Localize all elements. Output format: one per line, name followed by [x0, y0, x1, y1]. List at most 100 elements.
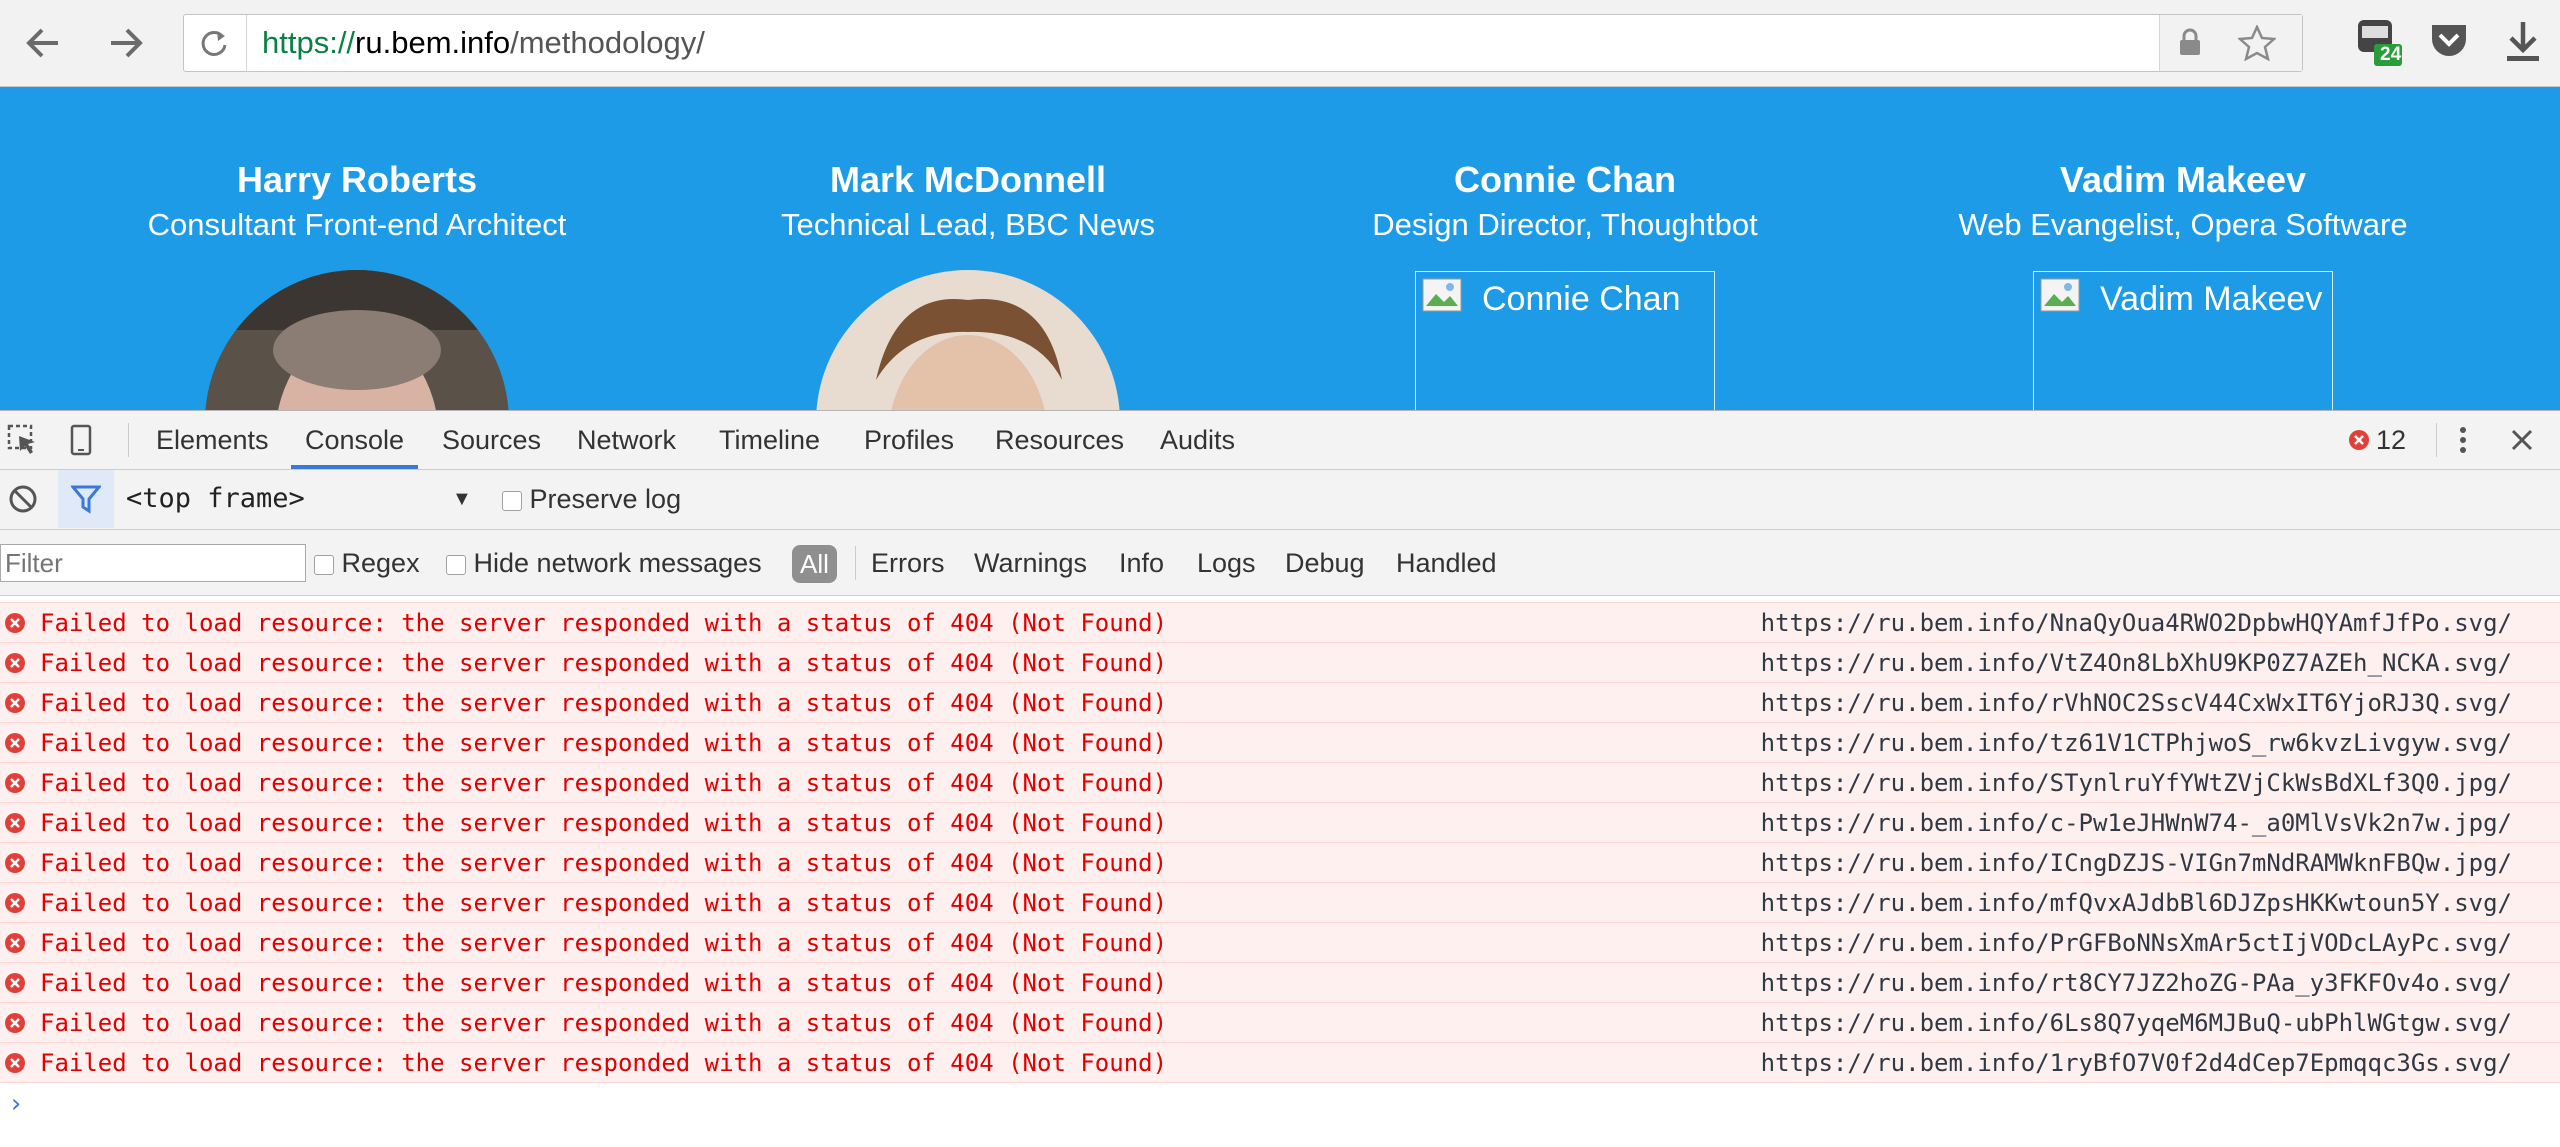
console-prompt[interactable]: ›: [8, 1089, 24, 1119]
message-source-link[interactable]: https://ru.bem.info/rt8CY7JZ2hoZG-PAa_y3…: [1761, 963, 2512, 1003]
message-text: Failed to load resource: the server resp…: [40, 769, 1168, 797]
regex-label: Regex: [341, 548, 420, 578]
message-source-link[interactable]: https://ru.bem.info/tz61V1CTPhjwoS_rw6kv…: [1761, 723, 2512, 763]
lock-icon[interactable]: [2178, 27, 2202, 62]
level-warnings-button[interactable]: Warnings: [974, 530, 1087, 596]
error-counter[interactable]: 12: [2348, 411, 2406, 469]
message-text: Failed to load resource: the server resp…: [40, 729, 1168, 757]
person-title: Design Director, Thoughtbot: [1372, 207, 1758, 242]
regex-toggle[interactable]: Regex: [314, 530, 420, 596]
console-error-message: Failed to load resource: the server resp…: [0, 1002, 2560, 1042]
clear-console-icon[interactable]: [6, 482, 40, 516]
console-messages: Failed to load resource: the server resp…: [0, 602, 2560, 1125]
error-icon: [4, 892, 26, 920]
hide-network-toggle[interactable]: Hide network messages: [446, 530, 762, 596]
message-source-link[interactable]: https://ru.bem.info/VtZ4On8LbXhU9KP0Z7AZ…: [1761, 643, 2512, 683]
page-viewport: Harry Roberts Consultant Front-end Archi…: [0, 87, 2560, 410]
message-source-link[interactable]: https://ru.bem.info/rVhNOC2SscV44CxWxIT6…: [1761, 683, 2512, 723]
person-name: Harry Roberts: [236, 159, 478, 200]
forward-button[interactable]: [103, 20, 149, 66]
tab-elements[interactable]: Elements: [142, 411, 283, 469]
person-title: Consultant Front-end Architect: [147, 207, 567, 242]
message-text: Failed to load resource: the server resp…: [40, 649, 1168, 677]
level-debug-button[interactable]: Debug: [1285, 530, 1365, 596]
pocket-button[interactable]: [2424, 16, 2474, 66]
message-text: Failed to load resource: the server resp…: [40, 889, 1168, 917]
message-text: Failed to load resource: the server resp…: [40, 689, 1168, 717]
tab-audits[interactable]: Audits: [1146, 411, 1249, 469]
tab-profiles[interactable]: Profiles: [850, 411, 968, 469]
error-count: 12: [2376, 425, 2407, 455]
regex-checkbox[interactable]: [314, 554, 334, 575]
tab-timeline[interactable]: Timeline: [705, 411, 834, 469]
tab-resources[interactable]: Resources: [981, 411, 1138, 469]
message-text: Failed to load resource: the server resp…: [40, 849, 1168, 877]
person-name: Vadim Makeev: [2059, 159, 2307, 200]
error-icon: [4, 652, 26, 680]
url-path: /methodology/: [510, 25, 705, 60]
image-alt-text: Vadim Makeev: [2100, 280, 2323, 318]
message-source-link[interactable]: https://ru.bem.info/c-Pw1eJHWnW74-_a0MlV…: [1761, 803, 2512, 843]
broken-image-icon: [1422, 278, 1462, 321]
level-errors-button[interactable]: Errors: [871, 530, 945, 596]
close-icon[interactable]: [2505, 423, 2539, 457]
hide-network-label: Hide network messages: [473, 548, 762, 578]
hide-network-checkbox[interactable]: [446, 554, 466, 575]
extension-badge: 24: [2380, 44, 2402, 65]
extension-button[interactable]: 24: [2350, 14, 2406, 70]
console-error-message: Failed to load resource: the server resp…: [0, 762, 2560, 802]
error-icon: [4, 1052, 26, 1080]
console-prompt-row[interactable]: ›: [0, 1082, 2560, 1125]
broken-image-icon: [2040, 278, 2080, 321]
console-error-message: Failed to load resource: the server resp…: [0, 642, 2560, 682]
filter-toggle-button[interactable]: [58, 470, 114, 528]
pocket-icon: [2432, 25, 2466, 56]
dropdown-arrow-icon[interactable]: ▼: [452, 488, 472, 511]
level-info-button[interactable]: Info: [1119, 530, 1164, 596]
avatar: [816, 270, 1120, 410]
inspect-element-icon[interactable]: [6, 423, 40, 457]
bookmark-star-icon[interactable]: [2236, 23, 2278, 66]
url-text[interactable]: https://ru.bem.info/methodology/: [262, 25, 705, 61]
preserve-log-checkbox[interactable]: [502, 490, 522, 511]
console-error-message: Failed to load resource: the server resp…: [0, 922, 2560, 962]
message-source-link[interactable]: https://ru.bem.info/mfQvxAJdbBl6DJZpsHKK…: [1761, 883, 2512, 923]
message-source-link[interactable]: https://ru.bem.info/ICngDZJS-VIGn7mNdRAM…: [1761, 843, 2512, 883]
console-error-message: Failed to load resource: the server resp…: [0, 842, 2560, 882]
message-text: Failed to load resource: the server resp…: [40, 609, 1168, 637]
download-icon: [2507, 22, 2539, 61]
person-title: Web Evangelist, Opera Software: [1958, 207, 2408, 242]
frame-selector[interactable]: <top frame>: [126, 470, 305, 528]
download-button[interactable]: [2498, 16, 2548, 66]
preserve-log-toggle[interactable]: Preserve log: [502, 470, 681, 528]
more-menu-icon[interactable]: [2446, 423, 2480, 457]
message-source-link[interactable]: https://ru.bem.info/PrGFBoNNsXmAr5ctIjVO…: [1761, 923, 2512, 963]
tab-network[interactable]: Network: [563, 411, 690, 469]
tab-divider: [2436, 423, 2437, 457]
address-divider: [246, 15, 247, 71]
reload-button[interactable]: [192, 21, 236, 65]
tab-sources[interactable]: Sources: [428, 411, 555, 469]
message-text: Failed to load resource: the server resp…: [40, 929, 1168, 957]
address-bar[interactable]: https://ru.bem.info/methodology/: [183, 14, 2303, 72]
image-alt-text: Connie Chan: [1482, 280, 1681, 318]
back-button[interactable]: [20, 20, 66, 66]
message-source-link[interactable]: https://ru.bem.info/6Ls8Q7yqeM6MJBuQ-ubP…: [1761, 1003, 2512, 1043]
level-logs-button[interactable]: Logs: [1197, 530, 1256, 596]
preserve-log-label: Preserve log: [529, 484, 682, 514]
arrow-left-icon: [26, 28, 58, 58]
message-source-link[interactable]: https://ru.bem.info/1ryBfO7V0f2d4dCep7Ep…: [1761, 1043, 2512, 1083]
browser-toolbar: https://ru.bem.info/methodology/ 24: [0, 0, 2560, 87]
filter-input[interactable]: [0, 544, 306, 582]
device-mode-icon[interactable]: [64, 423, 98, 457]
message-text: Failed to load resource: the server resp…: [40, 1009, 1168, 1037]
error-icon: [2348, 413, 2370, 471]
message-source-link[interactable]: https://ru.bem.info/STynlruYfYWtZVjCkWsB…: [1761, 763, 2512, 803]
message-text: Failed to load resource: the server resp…: [40, 1049, 1168, 1077]
tab-console[interactable]: Console: [291, 411, 419, 469]
message-source-link[interactable]: https://ru.bem.info/NnaQyOua4RWO2DpbwHQY…: [1761, 603, 2512, 643]
level-handled-button[interactable]: Handled: [1396, 530, 1497, 596]
level-all-button[interactable]: All: [792, 545, 837, 583]
console-error-message: Failed to load resource: the server resp…: [0, 802, 2560, 842]
arrow-right-icon: [111, 28, 143, 58]
